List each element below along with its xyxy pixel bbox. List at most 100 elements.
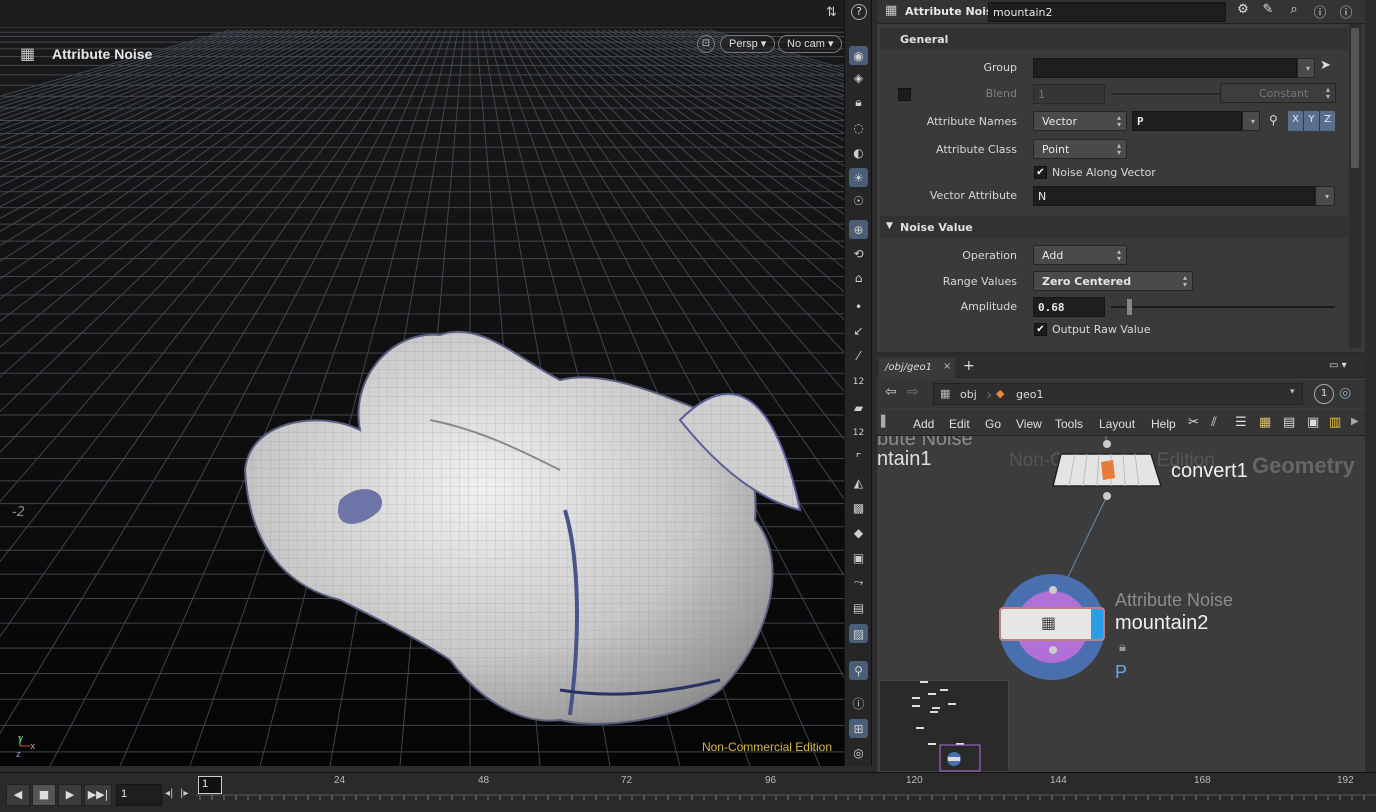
- terrain-icon[interactable]: ◭: [849, 473, 868, 492]
- wrench-icon[interactable]: ✂: [1188, 415, 1199, 430]
- background-image-icon[interactable]: ▨: [849, 624, 868, 643]
- gear-icon[interactable]: ⚙: [1234, 2, 1252, 20]
- ghost-icon[interactable]: ◈: [849, 68, 868, 87]
- play-reverse-button[interactable]: ◀: [6, 784, 30, 806]
- noise-input-port[interactable]: [1049, 586, 1057, 594]
- menu-view[interactable]: View: [1016, 417, 1042, 431]
- convert-node[interactable]: [1051, 452, 1163, 490]
- pick-icon[interactable]: ⁄: [849, 346, 868, 365]
- menu-go[interactable]: Go: [985, 417, 1001, 431]
- display-options-icon[interactable]: ⇅: [826, 5, 837, 20]
- forward-arrow-icon[interactable]: ⇨: [907, 384, 919, 400]
- pane-layout-icon[interactable]: ▭ ▾: [1329, 360, 1347, 371]
- attribute-names-field[interactable]: P: [1132, 111, 1242, 131]
- parameter-scrollbar[interactable]: [1349, 24, 1361, 348]
- diamond-icon[interactable]: ◆: [849, 523, 868, 542]
- skull-icon[interactable]: ☉: [849, 191, 868, 210]
- amplitude-slider-track[interactable]: [1111, 306, 1335, 308]
- step-back-icon[interactable]: ◂|: [165, 788, 173, 799]
- headlight-icon[interactable]: ☀: [849, 168, 868, 187]
- breadcrumb-obj[interactable]: obj: [960, 388, 977, 401]
- add-tab-icon[interactable]: +: [963, 358, 975, 374]
- breadcrumb-dropdown-icon[interactable]: ▾: [1290, 387, 1295, 397]
- display-flag[interactable]: [1091, 609, 1103, 639]
- convert-output-port[interactable]: [1103, 492, 1111, 500]
- menu-help[interactable]: Help: [1151, 417, 1176, 431]
- quad-view-icon[interactable]: ⊞: [849, 719, 868, 738]
- visibility-icon[interactable]: ◎: [849, 743, 868, 762]
- menu-add[interactable]: Add: [913, 417, 934, 431]
- amplitude-slider-handle[interactable]: [1126, 298, 1134, 316]
- snap-icon[interactable]: ⤳: [849, 573, 868, 592]
- close-tab-icon[interactable]: ×: [943, 361, 951, 372]
- frame-icon[interactable]: ▤: [849, 598, 868, 617]
- light-icon[interactable]: ◌: [849, 118, 868, 137]
- y-component-toggle[interactable]: Y: [1304, 111, 1319, 131]
- amplitude-field[interactable]: 0.68: [1033, 297, 1105, 317]
- prim-display-icon[interactable]: ▰: [849, 398, 868, 417]
- checker-icon[interactable]: ▩: [849, 498, 868, 517]
- more-arrow-icon[interactable]: ▶: [1351, 416, 1359, 427]
- menu-tools[interactable]: Tools: [1055, 417, 1083, 431]
- step-forward-icon[interactable]: |▸: [180, 788, 188, 799]
- pin-pane-badge[interactable]: 1: [1314, 384, 1334, 404]
- noise-output-port[interactable]: [1049, 646, 1057, 654]
- point-numbers-icon[interactable]: 12: [849, 372, 868, 391]
- operation-menu[interactable]: Add ▴ ▾: [1033, 245, 1127, 265]
- prim-numbers-icon[interactable]: 12: [849, 423, 868, 442]
- play-forward-button[interactable]: ▶: [58, 784, 82, 806]
- section-noise-value[interactable]: ▼ Noise Value: [880, 216, 1348, 238]
- z-component-toggle[interactable]: Z: [1320, 111, 1335, 131]
- menu-edit[interactable]: Edit: [949, 417, 970, 431]
- info-icon[interactable]: ⓘ: [849, 694, 868, 713]
- parameter-scrollbar-thumb[interactable]: [1351, 28, 1359, 168]
- node-name-field[interactable]: mountain2: [988, 2, 1226, 22]
- output-raw-value-checkbox[interactable]: ✔: [1034, 323, 1047, 336]
- details-icon[interactable]: ▤: [1283, 415, 1295, 430]
- noise-node[interactable]: ▦: [999, 607, 1105, 641]
- camera-menu[interactable]: No cam ▾: [778, 35, 843, 53]
- vector-attribute-dropdown[interactable]: ▾: [1315, 186, 1335, 206]
- shading-icon[interactable]: ◐: [849, 143, 868, 162]
- normal-display-icon[interactable]: ↙: [849, 321, 868, 340]
- network-minimap[interactable]: [879, 680, 1009, 772]
- sticky-note-icon[interactable]: ▥: [1329, 415, 1341, 430]
- expand-icon[interactable]: ▌: [881, 415, 889, 428]
- blend-slider-track[interactable]: [1111, 93, 1221, 95]
- select-arrow-icon[interactable]: ➤: [1320, 58, 1331, 73]
- convert-input-port[interactable]: [1103, 440, 1111, 448]
- help-icon[interactable]: ⓘ: [1337, 2, 1355, 21]
- stop-button[interactable]: ■: [32, 784, 56, 806]
- globe-icon[interactable]: ⊕: [849, 220, 868, 239]
- pin-icon[interactable]: ⚲: [1269, 113, 1278, 127]
- breadcrumb-geo1[interactable]: geo1: [1016, 388, 1043, 401]
- search-icon[interactable]: ⌕: [1285, 2, 1303, 20]
- image-icon[interactable]: ▣: [1307, 415, 1319, 430]
- attribute-type-menu[interactable]: Vector ▴ ▾: [1033, 111, 1127, 131]
- lock-view-icon[interactable]: ⊡: [697, 35, 715, 53]
- back-arrow-icon[interactable]: ⇦: [885, 384, 897, 400]
- scene-viewport[interactable]: ⇅ ▦ Attribute Noise ⊡ Persp ▾ No cam ▾ -…: [0, 0, 845, 766]
- x-component-toggle[interactable]: X: [1288, 111, 1303, 131]
- range-values-menu[interactable]: Zero Centered ▴ ▾: [1033, 271, 1193, 291]
- network-canvas[interactable]: bute Noise ntain1 Non-Commercial Edition…: [877, 436, 1365, 772]
- current-frame-field[interactable]: 1: [116, 784, 162, 806]
- grid-display-icon[interactable]: ▣: [849, 548, 868, 567]
- grid-icon[interactable]: ▦: [1259, 415, 1271, 430]
- group-dropdown[interactable]: ▾: [1297, 58, 1315, 78]
- point-display-icon[interactable]: •: [849, 297, 868, 316]
- attribute-names-dropdown[interactable]: ▾: [1242, 111, 1260, 131]
- frame-marker[interactable]: 1: [198, 776, 222, 794]
- menu-layout[interactable]: Layout: [1099, 417, 1135, 431]
- blend-mode-menu[interactable]: Constant ▴ ▾: [1220, 83, 1336, 103]
- network-tab[interactable]: /obj/geo1 ×: [879, 358, 955, 378]
- template-icon[interactable]: ⌂: [849, 268, 868, 287]
- group-field[interactable]: [1033, 58, 1297, 78]
- uv-icon[interactable]: ⌜: [849, 448, 868, 467]
- lock-icon[interactable]: 🔒︎: [849, 93, 868, 112]
- view-menu[interactable]: Persp ▾: [720, 35, 776, 53]
- brush-icon[interactable]: ✎: [1259, 2, 1277, 20]
- link-icon[interactable]: ◎: [1339, 385, 1351, 401]
- info-icon[interactable]: ⓘ: [1311, 2, 1329, 21]
- section-general[interactable]: General: [880, 28, 1348, 50]
